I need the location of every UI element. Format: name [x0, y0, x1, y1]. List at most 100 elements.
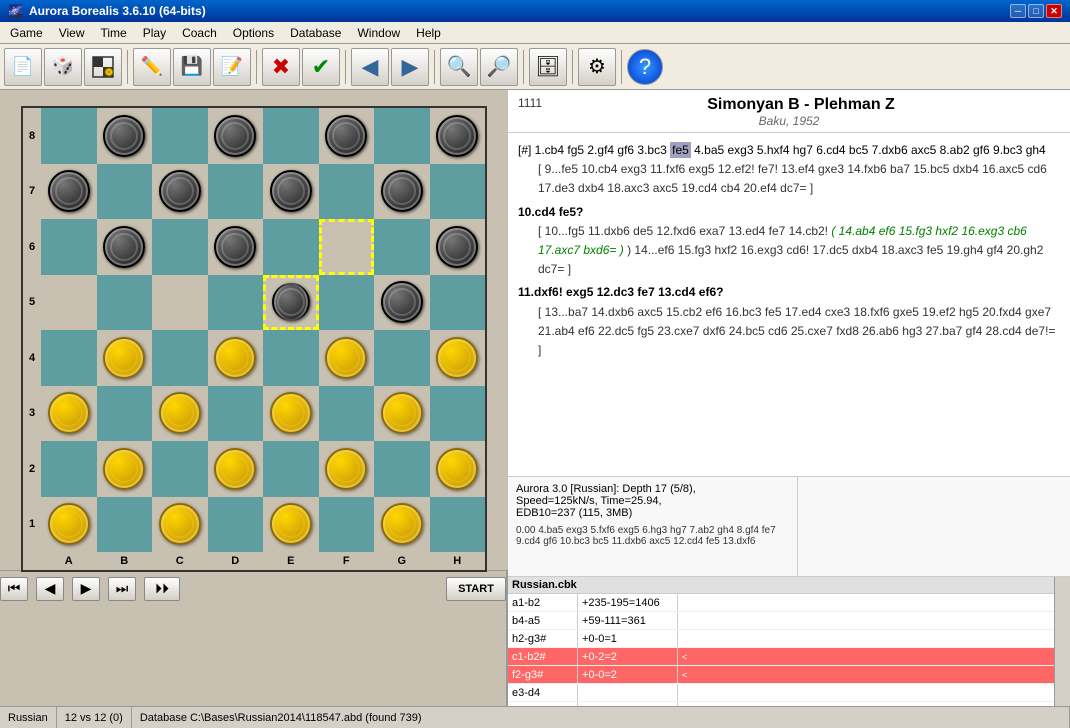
sq-d3[interactable]: [208, 386, 264, 442]
first-button[interactable]: ⏮: [0, 577, 28, 601]
sq-e8[interactable]: [263, 108, 319, 164]
sq-f1[interactable]: [319, 497, 375, 553]
sq-f2[interactable]: [319, 441, 375, 497]
menu-play[interactable]: Play: [135, 24, 174, 42]
opening-row-3[interactable]: c1-b2# +0-2=2 <: [508, 648, 1054, 666]
board-button[interactable]: [84, 48, 122, 86]
sq-d8[interactable]: [208, 108, 264, 164]
prev-button[interactable]: ◀: [36, 577, 64, 601]
sq-b7[interactable]: [97, 164, 153, 220]
sq-b1[interactable]: [97, 497, 153, 553]
sq-h2[interactable]: [430, 441, 486, 497]
sq-g6[interactable]: [374, 219, 430, 275]
sq-b2[interactable]: [97, 441, 153, 497]
last-button[interactable]: ⏭: [108, 577, 136, 601]
sq-h8[interactable]: [430, 108, 486, 164]
sq-h4[interactable]: [430, 330, 486, 386]
sq-a1[interactable]: [41, 497, 97, 553]
sq-g2[interactable]: [374, 441, 430, 497]
settings-button[interactable]: ⚙: [578, 48, 616, 86]
sq-d7[interactable]: [208, 164, 264, 220]
sq-b3[interactable]: [97, 386, 153, 442]
sq-f5[interactable]: [319, 275, 375, 331]
sq-h5[interactable]: [430, 275, 486, 331]
sq-f4[interactable]: [319, 330, 375, 386]
sq-g3[interactable]: [374, 386, 430, 442]
sq-f7[interactable]: [319, 164, 375, 220]
sq-h6[interactable]: [430, 219, 486, 275]
sq-e1[interactable]: [263, 497, 319, 553]
edit-button[interactable]: ✏️: [133, 48, 171, 86]
menu-options[interactable]: Options: [225, 24, 282, 42]
sq-h3[interactable]: [430, 386, 486, 442]
sq-d5[interactable]: [208, 275, 264, 331]
opening-row-4[interactable]: f2-g3# +0-0=2 <: [508, 666, 1054, 684]
moves-area[interactable]: [#] 1.cb4 fg5 2.gf4 gf6 3.bc3 fe5 4.ba5 …: [508, 133, 1070, 476]
sq-e3[interactable]: [263, 386, 319, 442]
opening-row-2[interactable]: h2-g3# +0-0=1: [508, 630, 1054, 648]
next-button[interactable]: ▶: [72, 577, 100, 601]
sq-a5[interactable]: [41, 275, 97, 331]
menu-database[interactable]: Database: [282, 24, 349, 42]
help-button[interactable]: ?: [627, 49, 663, 85]
minimize-button[interactable]: ─: [1010, 4, 1026, 18]
search1-button[interactable]: 🔍: [440, 48, 478, 86]
chessboard[interactable]: 8 7 6: [21, 106, 487, 572]
sq-c8[interactable]: [152, 108, 208, 164]
sq-f3[interactable]: [319, 386, 375, 442]
sq-c7[interactable]: [152, 164, 208, 220]
fast-forward-button[interactable]: ⏵⏵: [144, 577, 180, 601]
menu-coach[interactable]: Coach: [174, 24, 225, 42]
sq-a4[interactable]: [41, 330, 97, 386]
opening-scrollbar[interactable]: [1054, 577, 1070, 706]
start-button[interactable]: START: [446, 577, 506, 601]
close-button[interactable]: ✕: [1046, 4, 1062, 18]
sq-b5[interactable]: [97, 275, 153, 331]
sq-f6[interactable]: [319, 219, 375, 275]
menu-window[interactable]: Window: [349, 24, 408, 42]
sq-e4[interactable]: [263, 330, 319, 386]
opening-row-5[interactable]: e3-d4: [508, 684, 1054, 702]
sq-e2[interactable]: [263, 441, 319, 497]
sq-g5[interactable]: [374, 275, 430, 331]
menu-time[interactable]: Time: [92, 24, 134, 42]
sq-h7[interactable]: [430, 164, 486, 220]
ok-button[interactable]: ✔: [302, 48, 340, 86]
opening-row-0[interactable]: a1-b2 +235-195=1406: [508, 594, 1054, 612]
sq-c6[interactable]: [152, 219, 208, 275]
sq-g4[interactable]: [374, 330, 430, 386]
back-button[interactable]: ◀: [351, 48, 389, 86]
opening-row-1[interactable]: b4-a5 +59-111=361: [508, 612, 1054, 630]
sq-c4[interactable]: [152, 330, 208, 386]
forward-button[interactable]: ▶: [391, 48, 429, 86]
maximize-button[interactable]: □: [1028, 4, 1044, 18]
sq-f8[interactable]: [319, 108, 375, 164]
sq-e6[interactable]: [263, 219, 319, 275]
opening-row-6[interactable]: c3-d4: [508, 702, 1054, 706]
search2-button[interactable]: 🔎: [480, 48, 518, 86]
sq-d6[interactable]: [208, 219, 264, 275]
sq-a7[interactable]: [41, 164, 97, 220]
sq-e5[interactable]: [263, 275, 319, 331]
menu-help[interactable]: Help: [408, 24, 449, 42]
sq-a3[interactable]: [41, 386, 97, 442]
delete-button[interactable]: ✖: [262, 48, 300, 86]
sq-g8[interactable]: [374, 108, 430, 164]
menu-view[interactable]: View: [51, 24, 93, 42]
3d-button[interactable]: 🎲: [44, 48, 82, 86]
sq-e7[interactable]: [263, 164, 319, 220]
sq-b6[interactable]: [97, 219, 153, 275]
sq-g7[interactable]: [374, 164, 430, 220]
menu-game[interactable]: Game: [2, 24, 51, 42]
sq-b4[interactable]: [97, 330, 153, 386]
new-button[interactable]: 📄: [4, 48, 42, 86]
sq-d4[interactable]: [208, 330, 264, 386]
sq-a6[interactable]: [41, 219, 97, 275]
sq-g1[interactable]: [374, 497, 430, 553]
save-button[interactable]: 💾: [173, 48, 211, 86]
sq-c3[interactable]: [152, 386, 208, 442]
titlebar-controls[interactable]: ─ □ ✕: [1010, 4, 1062, 18]
sq-c5[interactable]: [152, 275, 208, 331]
sq-b8[interactable]: [97, 108, 153, 164]
sq-d1[interactable]: [208, 497, 264, 553]
